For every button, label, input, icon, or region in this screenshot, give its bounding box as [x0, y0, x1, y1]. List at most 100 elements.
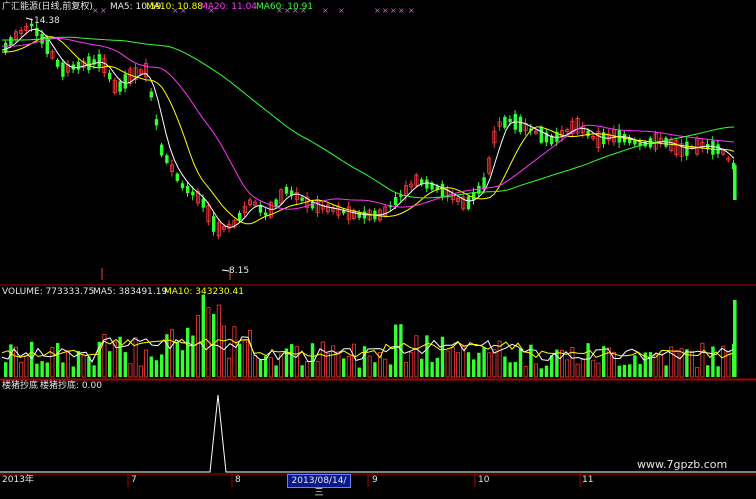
panel-grid — [0, 268, 756, 487]
ma20-label: MA20: 11.04 — [200, 2, 258, 12]
volume-bar — [383, 358, 388, 378]
volume-bar — [40, 361, 44, 377]
indicator-value: 楼猪抄底: 0.00 — [40, 381, 102, 391]
kline-chart[interactable]: × × × × × × × × × × × × × × × × — [0, 0, 756, 487]
volume-bar — [560, 349, 565, 378]
axis-month-8: 8 — [235, 475, 241, 485]
volume-bar — [388, 364, 393, 377]
volume-label: VOLUME: 773333.75 — [2, 287, 95, 297]
candle-body — [201, 198, 205, 208]
candle-body — [310, 201, 315, 209]
volume-bar — [706, 365, 710, 377]
volume-bar — [653, 354, 658, 378]
volume-bar — [227, 357, 232, 378]
volume-bar — [450, 347, 455, 378]
volume-bar — [71, 366, 75, 377]
candle-body — [61, 62, 65, 77]
volume-bar — [425, 335, 429, 377]
candle-body — [357, 212, 361, 218]
candle-body — [30, 23, 34, 27]
candle-body — [149, 91, 153, 98]
volume-bar — [664, 365, 668, 377]
candle-body — [9, 37, 13, 47]
candle-body — [160, 144, 164, 156]
volume-bar — [24, 354, 29, 378]
volume-bar — [191, 335, 195, 377]
volume-bar — [61, 362, 65, 377]
axis-year-label: 2013年 — [2, 475, 34, 485]
volume-bar — [221, 325, 226, 378]
candle-body — [175, 173, 179, 181]
volume-bar — [430, 362, 434, 377]
ma60-line — [2, 36, 734, 199]
volume-bar — [180, 350, 185, 377]
signal-x-icon: × — [374, 6, 381, 15]
volume-bar — [733, 300, 737, 377]
volume-bar — [92, 365, 96, 377]
candle-body — [617, 129, 621, 143]
volume-bar — [658, 353, 663, 378]
low-price-label: 8.15 — [229, 266, 250, 276]
volume-bar — [232, 326, 237, 378]
volume-bar — [268, 357, 273, 378]
volume-bar — [565, 359, 570, 378]
volume-bar — [674, 350, 679, 378]
volume-bar — [445, 350, 450, 378]
axis-month-7: 7 — [131, 475, 137, 485]
volume-bar — [461, 346, 466, 378]
candle-body — [4, 42, 8, 53]
volume-bar — [123, 352, 127, 377]
volume-bar — [550, 355, 554, 377]
axis-month-11: 11 — [582, 475, 594, 485]
signal-x-icon: × — [92, 6, 99, 15]
volume-bar — [201, 294, 205, 377]
volume-bar — [325, 353, 330, 378]
cursor-date-tag[interactable]: 2013/08/14/三 — [287, 474, 351, 498]
candle-body — [123, 74, 127, 89]
volume-bar — [138, 365, 143, 378]
candle-body — [503, 116, 507, 128]
volume-bar — [523, 365, 528, 378]
candle-body — [87, 56, 91, 71]
volume-bar — [128, 363, 133, 378]
volume-bar — [539, 368, 543, 377]
candle-body — [394, 196, 398, 206]
volume-bar — [346, 356, 351, 378]
ma20-line — [2, 37, 735, 210]
candle-body — [165, 155, 169, 164]
axis-month-9: 9 — [372, 475, 378, 485]
volume-bar — [30, 341, 34, 377]
volume-bar — [570, 347, 575, 378]
volume-bar — [357, 367, 361, 377]
volume-bar — [305, 360, 310, 378]
signal-x-icon: × — [382, 6, 389, 15]
ma5-line — [1, 28, 735, 229]
volume-bar — [721, 345, 726, 378]
volume-bar — [394, 324, 398, 377]
volume-bar — [492, 349, 497, 378]
volume-bar — [149, 356, 153, 377]
signal-x-icon: × — [408, 6, 415, 15]
candle-body — [586, 130, 590, 137]
signal-x-icon: × — [338, 6, 345, 15]
volume-bar — [87, 356, 91, 377]
volume-bar — [591, 359, 596, 378]
volume-bar — [466, 352, 471, 377]
candlestick-series — [4, 18, 737, 240]
volume-bar — [518, 348, 523, 377]
volume-bar — [133, 337, 138, 378]
volume-bar — [575, 363, 580, 378]
volume-bar — [81, 354, 86, 378]
volume-bar — [596, 362, 601, 378]
volume-bar — [19, 362, 24, 378]
watermark: www.7gpzb.com — [637, 458, 728, 471]
candle-body — [212, 216, 216, 232]
volume-ma10-label: MA10: 343230.41 — [164, 287, 244, 297]
volume-ma5-label: MA5: 383491.19 — [93, 287, 168, 297]
volume-bar — [45, 362, 49, 377]
volume-bar — [513, 362, 517, 377]
volume-bar — [143, 349, 148, 378]
volume-bar — [534, 363, 539, 378]
volume-bar — [35, 363, 39, 377]
candle-body — [300, 197, 304, 201]
